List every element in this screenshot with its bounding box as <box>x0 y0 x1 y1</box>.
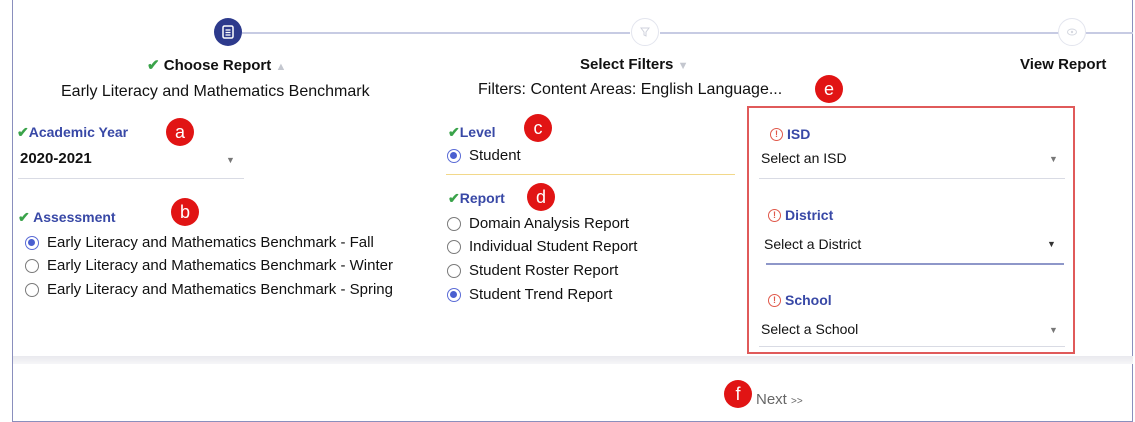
assessment-option-fall[interactable]: Early Literacy and Mathematics Benchmark… <box>25 234 374 251</box>
report-label: ✔Report <box>448 190 505 206</box>
school-underline <box>759 346 1065 347</box>
stepper-connector <box>242 32 630 34</box>
step-choose-report-icon[interactable] <box>214 18 242 46</box>
report-option-student-trend[interactable]: Student Trend Report <box>447 286 612 303</box>
assessment-option-winter[interactable]: Early Literacy and Mathematics Benchmark… <box>25 257 393 274</box>
radio-button[interactable] <box>25 258 39 273</box>
step-view-report-icon[interactable] <box>1058 18 1086 46</box>
check-icon: ✔ <box>17 124 29 140</box>
step-title: Choose Report <box>163 57 272 74</box>
isd-underline <box>759 178 1065 179</box>
radio-button[interactable] <box>447 287 461 302</box>
district-underline <box>766 263 1064 265</box>
step-title: Select Filters <box>580 56 674 73</box>
next-button[interactable]: Next >> <box>756 391 803 408</box>
check-icon: ✔ <box>147 57 160 74</box>
level-underline <box>446 174 735 175</box>
divider <box>13 356 1133 364</box>
level-label: ✔Level <box>448 124 496 140</box>
required-alert-icon: ! <box>768 208 781 222</box>
assessment-label: ✔ Assessment <box>18 209 116 225</box>
callout-a: a <box>166 118 194 146</box>
dropdown-arrow-icon[interactable]: ▼ <box>226 155 235 165</box>
radio-button[interactable] <box>25 235 39 250</box>
chevron-down-icon: ▼ <box>677 60 689 72</box>
callout-b: b <box>171 198 199 226</box>
school-select[interactable]: Select a School <box>761 321 858 337</box>
radio-button[interactable] <box>25 282 39 297</box>
academic-year-underline <box>18 178 244 179</box>
stepper-connector <box>1086 32 1133 34</box>
step-select-filters-summary: Filters: Content Areas: English Language… <box>478 81 783 98</box>
report-option-student-roster[interactable]: Student Roster Report <box>447 262 618 279</box>
step-choose-report[interactable]: ✔ Choose Report ▲ <box>147 56 286 74</box>
step-select-filters-icon[interactable] <box>631 18 659 46</box>
level-option-student[interactable]: Student <box>447 147 521 164</box>
callout-e: e <box>815 75 843 103</box>
check-icon: ✔ <box>18 209 30 225</box>
check-icon: ✔ <box>448 124 460 140</box>
callout-c: c <box>524 114 552 142</box>
step-view-report[interactable]: View Report <box>1020 56 1106 73</box>
district-select[interactable]: Select a District <box>764 236 861 252</box>
radio-button[interactable] <box>447 263 461 278</box>
required-alert-icon: ! <box>768 293 781 307</box>
required-alert-icon: ! <box>770 127 783 141</box>
isd-label: ! ISD <box>770 126 810 142</box>
academic-year-select[interactable]: 2020-2021 <box>20 150 92 167</box>
chevron-up-icon: ▲ <box>275 61 287 73</box>
dropdown-arrow-icon[interactable]: ▼ <box>1049 154 1058 164</box>
dropdown-arrow-icon[interactable]: ▼ <box>1049 325 1058 335</box>
callout-d: d <box>527 183 555 211</box>
school-label: ! School <box>768 292 832 308</box>
callout-f: f <box>724 380 752 408</box>
radio-button[interactable] <box>447 239 461 254</box>
required-filters-panel <box>747 106 1075 354</box>
radio-button[interactable] <box>447 148 461 163</box>
report-option-individual-student[interactable]: Individual Student Report <box>447 238 637 255</box>
dropdown-arrow-icon[interactable]: ▼ <box>1047 239 1056 249</box>
report-option-domain-analysis[interactable]: Domain Analysis Report <box>447 215 629 232</box>
double-chevron-right-icon: >> <box>791 396 803 407</box>
step-choose-report-summary: Early Literacy and Mathematics Benchmark <box>61 83 370 100</box>
stepper-connector <box>660 32 1060 34</box>
radio-button[interactable] <box>447 216 461 231</box>
assessment-option-spring[interactable]: Early Literacy and Mathematics Benchmark… <box>25 281 393 298</box>
isd-select[interactable]: Select an ISD <box>761 150 847 166</box>
step-select-filters[interactable]: Select Filters ▼ <box>580 56 688 73</box>
check-icon: ✔ <box>448 190 460 206</box>
academic-year-label: ✔Academic Year <box>17 124 129 140</box>
district-label: ! District <box>768 207 833 223</box>
